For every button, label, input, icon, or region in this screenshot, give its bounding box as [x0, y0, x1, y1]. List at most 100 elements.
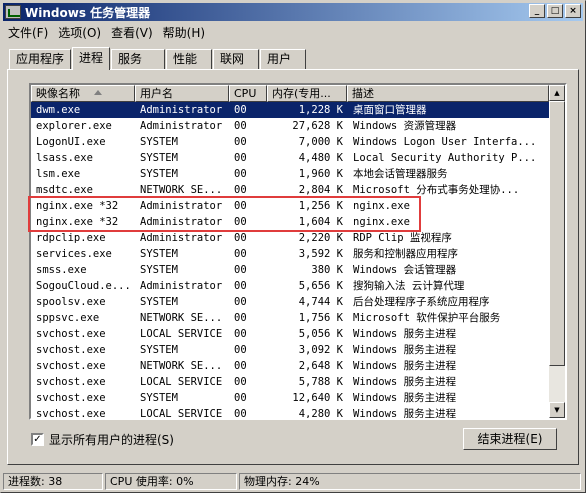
process-row[interactable]: smss.exe SYSTEM 00 380 K Windows 会话管理器: [31, 262, 549, 278]
process-memory: 27,628 K: [292, 120, 343, 132]
process-user: LOCAL SERVICE: [140, 376, 223, 388]
process-memory: 380 K: [311, 264, 343, 276]
process-description: Local Security Authority P...: [353, 152, 537, 164]
column-description[interactable]: 描述: [347, 85, 549, 102]
tab-users[interactable]: 用户: [260, 49, 307, 69]
tab-processes[interactable]: 进程: [72, 47, 111, 70]
tab-services[interactable]: 服务: [111, 49, 166, 69]
title-buttons: _ □ ×: [529, 4, 581, 18]
column-user-name[interactable]: 用户名: [135, 85, 229, 102]
process-image-name: lsm.exe: [36, 168, 81, 180]
process-row[interactable]: dwm.exe Administrator 00 1,228 K 桌面窗口管理器: [31, 102, 549, 118]
process-description: Windows 服务主进程: [353, 392, 457, 404]
process-user: SYSTEM: [140, 296, 178, 308]
process-description: RDP Clip 监视程序: [353, 232, 452, 244]
process-user: Administrator: [140, 280, 223, 292]
process-row[interactable]: svchost.exe NETWORK SE... 00 2,648 K Windows…: [31, 358, 549, 374]
process-row[interactable]: svchost.exe SYSTEM 00 3,092 K Windows 服务主进程: [31, 342, 549, 358]
process-row[interactable]: services.exe SYSTEM 00 3,592 K 服务和控制器应用程序: [31, 246, 549, 262]
process-cpu: 00: [234, 328, 247, 340]
column-image-name[interactable]: 映像名称: [31, 85, 135, 102]
process-cpu: 00: [234, 168, 247, 180]
process-row[interactable]: spoolsv.exe SYSTEM 00 4,744 K 后台处理程序子系统应用程序: [31, 294, 549, 310]
process-description: Windows 服务主进程: [353, 408, 457, 420]
process-image-name: spoolsv.exe: [36, 296, 106, 308]
column-image-name-label: 映像名称: [36, 87, 80, 100]
process-image-name: sppsvc.exe: [36, 312, 100, 324]
process-cpu: 00: [234, 392, 247, 404]
minimize-button[interactable]: _: [529, 4, 545, 18]
process-cpu: 00: [234, 120, 247, 132]
process-row[interactable]: lsass.exe SYSTEM 00 4,480 K Local Security A…: [31, 150, 549, 166]
process-row[interactable]: explorer.exe Administrator 00 27,628 K Windo…: [31, 118, 549, 134]
process-memory: 3,592 K: [298, 248, 343, 260]
menu-help[interactable]: 帮助(H): [158, 24, 210, 42]
menu-view[interactable]: 查看(V): [106, 24, 158, 42]
end-process-button[interactable]: 结束进程(E): [463, 428, 557, 450]
process-description: Windows 会话管理器: [353, 264, 457, 276]
title-bar[interactable]: Windows 任务管理器 _ □ ×: [3, 3, 583, 21]
show-all-users-checkbox[interactable]: ✓: [31, 433, 44, 446]
process-image-name: LogonUI.exe: [36, 136, 106, 148]
status-bar: 进程数: 38 CPU 使用率: 0% 物理内存: 24%: [3, 473, 583, 491]
process-description: Windows 服务主进程: [353, 328, 457, 340]
process-user: LOCAL SERVICE: [140, 408, 223, 420]
process-image-name: SogouCloud.e...: [36, 280, 131, 292]
show-all-users-option[interactable]: ✓ 显示所有用户的进程(S): [31, 431, 174, 448]
process-description: 桌面窗口管理器: [353, 104, 427, 116]
process-image-name: svchost.exe: [36, 392, 106, 404]
menu-bar: 文件(F) 选项(O) 查看(V) 帮助(H): [3, 23, 210, 43]
process-row[interactable]: svchost.exe SYSTEM 00 12,640 K Windows 服务主进程: [31, 390, 549, 406]
process-cpu: 00: [234, 264, 247, 276]
process-image-name: services.exe: [36, 248, 112, 260]
process-row[interactable]: svchost.exe LOCAL SERVICE 00 5,056 K Windows…: [31, 326, 549, 342]
process-memory: 4,744 K: [298, 296, 343, 308]
process-row[interactable]: rdpclip.exe Administrator 00 2,220 K RDP Cli…: [31, 230, 549, 246]
process-memory: 2,648 K: [298, 360, 343, 372]
column-memory[interactable]: 内存(专用...: [267, 85, 347, 102]
column-cpu[interactable]: CPU: [229, 85, 267, 102]
maximize-button[interactable]: □: [547, 4, 563, 18]
process-user: SYSTEM: [140, 168, 178, 180]
process-memory: 7,000 K: [298, 136, 343, 148]
status-cpu-usage: CPU 使用率: 0%: [105, 473, 237, 490]
tab-performance[interactable]: 性能: [166, 49, 213, 69]
process-image-name: smss.exe: [36, 264, 87, 276]
process-row[interactable]: svchost.exe LOCAL SERVICE 00 5,788 K Windows…: [31, 374, 549, 390]
scroll-thumb[interactable]: [549, 101, 565, 366]
process-cpu: 00: [234, 312, 247, 324]
show-all-users-label[interactable]: 显示所有用户的进程(S): [49, 431, 174, 448]
tab-networking[interactable]: 联网: [213, 49, 260, 69]
process-description: Windows Logon User Interfa...: [353, 136, 537, 148]
process-cpu: 00: [234, 280, 247, 292]
process-user: SYSTEM: [140, 248, 178, 260]
menu-options[interactable]: 选项(O): [53, 24, 106, 42]
process-row[interactable]: LogonUI.exe SYSTEM 00 7,000 K Windows Logon …: [31, 134, 549, 150]
close-button[interactable]: ×: [565, 4, 581, 18]
process-description: Windows 资源管理器: [353, 120, 457, 132]
process-user: LOCAL SERVICE: [140, 328, 223, 340]
process-list[interactable]: 映像名称 用户名 CPU 内存(专用... 描述 dwm.exe Administ…: [29, 83, 567, 420]
process-memory: 5,056 K: [298, 328, 343, 340]
process-row[interactable]: SogouCloud.e... Administrator 00 5,656 K 搜狗输…: [31, 278, 549, 294]
status-process-count: 进程数: 38: [3, 473, 103, 490]
menu-file[interactable]: 文件(F): [3, 24, 53, 42]
process-cpu: 00: [234, 408, 247, 420]
process-row[interactable]: svchost.exe LOCAL SERVICE 00 4,280 K Windows…: [31, 406, 549, 420]
scroll-down-icon[interactable]: ▼: [549, 402, 565, 418]
process-user: Administrator: [140, 104, 223, 116]
process-image-name: svchost.exe: [36, 328, 106, 340]
process-cpu: 00: [234, 232, 247, 244]
process-row[interactable]: lsm.exe SYSTEM 00 1,960 K 本地会话管理器服务: [31, 166, 549, 182]
process-row[interactable]: sppsvc.exe NETWORK SE... 00 1,756 K Microsof…: [31, 310, 549, 326]
process-memory: 3,092 K: [298, 344, 343, 356]
process-description: 本地会话管理器服务: [353, 168, 448, 180]
process-memory: 1,228 K: [298, 104, 343, 116]
process-user: SYSTEM: [140, 264, 178, 276]
vertical-scrollbar[interactable]: ▲ ▼: [549, 85, 565, 418]
process-memory: 5,788 K: [298, 376, 343, 388]
process-image-name: rdpclip.exe: [36, 232, 106, 244]
process-cpu: 00: [234, 344, 247, 356]
tab-applications[interactable]: 应用程序: [9, 49, 72, 69]
scroll-up-icon[interactable]: ▲: [549, 85, 565, 101]
